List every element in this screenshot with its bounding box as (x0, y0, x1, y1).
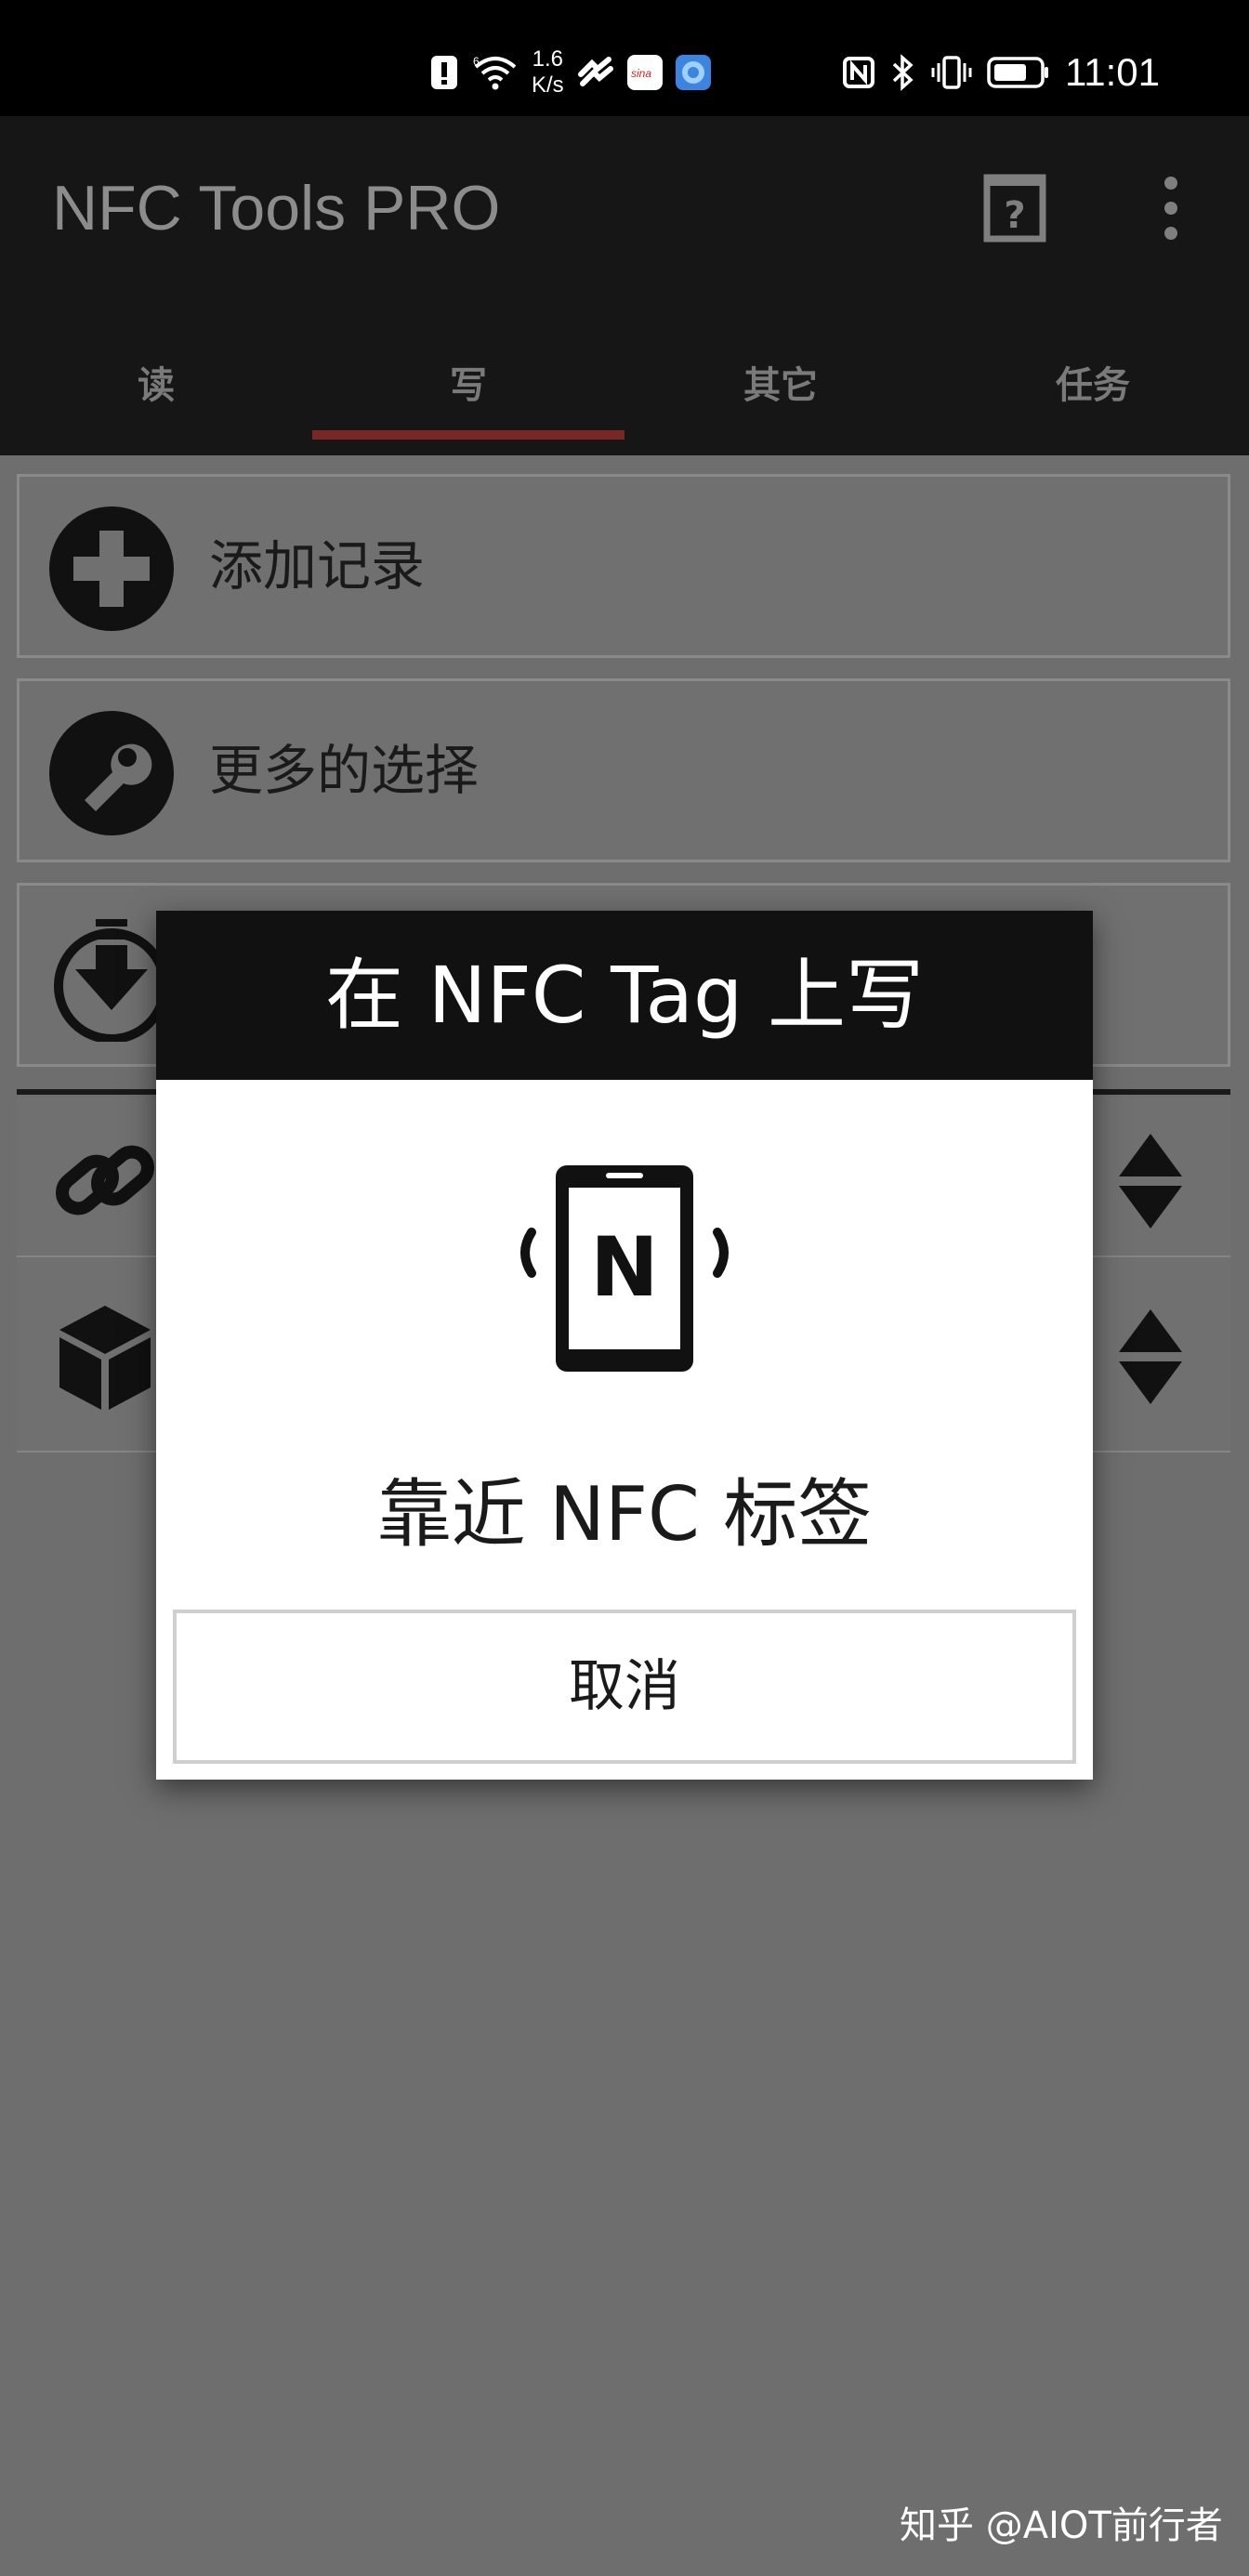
link-icon (56, 1145, 154, 1216)
cancel-button[interactable]: 取消 (173, 1610, 1076, 1764)
more-options-item[interactable]: 更多的选择 (17, 678, 1230, 862)
battery-icon (987, 57, 1048, 88)
nfc-write-dialog: 在 NFC Tag 上写 N 靠近 NFC 标签 取消 (156, 911, 1093, 1780)
status-time: 11:01 (1065, 50, 1160, 94)
more-options-label: 更多的选择 (209, 739, 480, 802)
status-bar: 6 1.6 K/s sina 11:01 (0, 0, 1249, 116)
sort-arrows-icon[interactable] (1117, 1306, 1184, 1408)
sort-arrows-icon[interactable] (1117, 1130, 1184, 1232)
phone-letter: N (590, 1219, 659, 1315)
alert-icon (431, 56, 457, 89)
vibrate-icon (931, 56, 972, 89)
wifi-icon: 6 (473, 55, 517, 90)
add-record-label: 添加记录 (209, 534, 426, 598)
dialog-title: 在 NFC Tag 上写 (156, 911, 1093, 1080)
cube-icon (59, 1306, 151, 1410)
bluetooth-icon (892, 54, 914, 91)
add-record-item[interactable]: 添加记录 (17, 474, 1230, 658)
app-title: NFC Tools PRO (52, 173, 501, 243)
sina-weibo-icon: sina (626, 55, 663, 90)
plus-circle-icon (49, 506, 174, 631)
help-icon[interactable]: ? (983, 174, 1046, 243)
tab-bar: 读 写 其它 任务 (0, 348, 1249, 455)
network-speed-unit: K/s (532, 72, 564, 98)
tab-write[interactable]: 写 (312, 348, 624, 455)
tab-other[interactable]: 其它 (624, 348, 937, 455)
svg-text:?: ? (1004, 194, 1025, 237)
svg-text:sina: sina (631, 67, 651, 80)
tab-read[interactable]: 读 (0, 348, 312, 455)
wrench-circle-icon (49, 711, 174, 835)
dialog-message: 靠近 NFC 标签 (376, 1471, 873, 1557)
nfc-icon (843, 57, 874, 88)
signal-superscript: 6 (473, 55, 480, 68)
overflow-menu-icon[interactable] (1150, 174, 1191, 243)
browser-icon (675, 55, 711, 90)
watermark: 知乎 @AIOT前行者 (900, 2504, 1223, 2547)
status-left: 6 1.6 K/s sina (429, 46, 711, 99)
nfc-phone-icon: N (520, 1165, 729, 1372)
huawei-share-icon (577, 57, 613, 86)
network-speed-value: 1.6 (532, 46, 564, 72)
network-speed: 1.6 K/s (532, 46, 564, 99)
tab-tasks[interactable]: 任务 (937, 348, 1249, 455)
app-bar: NFC Tools PRO ? 读 写 其它 任务 (0, 116, 1249, 455)
status-right: 11:01 (842, 46, 1160, 99)
